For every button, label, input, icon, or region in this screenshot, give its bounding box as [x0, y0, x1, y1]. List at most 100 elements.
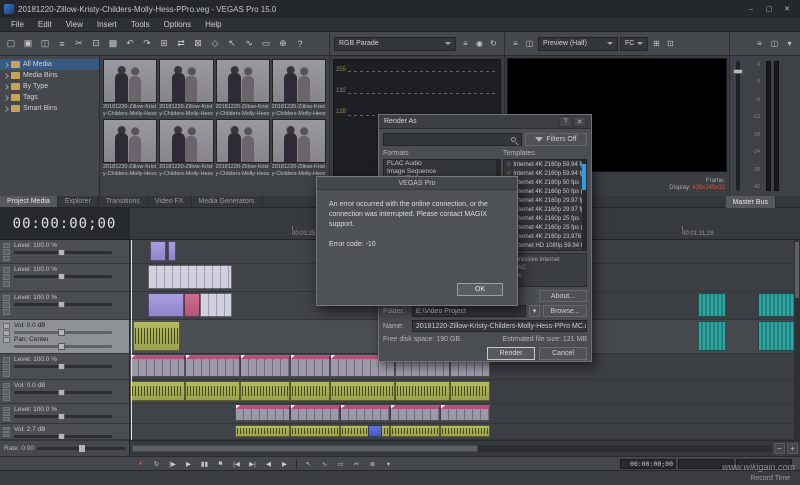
fader-thumb[interactable]: [733, 69, 743, 74]
media-thumbnail[interactable]: 20181220-Zillow-Kristy-Childers-Molly-He…: [272, 59, 326, 117]
dialog-close-button[interactable]: ✕: [573, 116, 586, 127]
split-tool-icon[interactable]: ✂: [349, 458, 364, 470]
media-thumbnail[interactable]: 20181220-Zillow-Kristy-Childers-Molly-He…: [216, 59, 270, 117]
preview-properties-icon[interactable]: ≡: [509, 37, 522, 50]
timeline-clip-vstrip[interactable]: [185, 355, 240, 377]
timeline-clip-lav[interactable]: [148, 265, 232, 289]
selection-edit-tool-icon[interactable]: ▭: [258, 36, 274, 52]
timeline-clip-vstrip[interactable]: [290, 405, 340, 421]
track-mute-button[interactable]: [3, 431, 10, 434]
external-monitor-icon[interactable]: ⊡: [664, 37, 677, 50]
timeline-clip-wave[interactable]: [340, 425, 390, 437]
scrollbar-thumb[interactable]: [795, 242, 799, 298]
timeline-clip-purple[interactable]: [150, 241, 166, 261]
timeline-clip-wave[interactable]: [330, 381, 395, 401]
ignore-event-grouping-icon[interactable]: ◇: [207, 36, 223, 52]
media-tree-item[interactable]: Tags: [0, 92, 99, 103]
menu-item[interactable]: Options: [157, 20, 199, 29]
track-solo-button[interactable]: [3, 309, 10, 315]
timeline-clip-wave[interactable]: [240, 381, 290, 401]
new-project-icon[interactable]: ▢: [3, 36, 19, 52]
track-level-slider[interactable]: [14, 415, 112, 418]
project-properties-icon[interactable]: ≡: [54, 36, 70, 52]
rate-slider[interactable]: [37, 447, 125, 450]
track-level-slider[interactable]: [14, 435, 112, 438]
scope-update-icon[interactable]: ↻: [487, 37, 500, 50]
minimize-button[interactable]: –: [742, 2, 760, 16]
close-button[interactable]: ✕: [778, 2, 796, 16]
scope-type-dropdown[interactable]: RGB Parade: [334, 37, 456, 51]
media-thumbnail[interactable]: 20181220-Zillow-Kristy-Childers-Molly-He…: [272, 119, 326, 177]
media-thumbnail[interactable]: 20181220-Zillow-Kristy-Childers-Molly-He…: [103, 119, 157, 177]
media-thumbnail[interactable]: 20181220-Zillow-Kristy-Childers-Molly-He…: [159, 119, 213, 177]
media-thumbnail[interactable]: 20181220-Zillow-Kristy-Childers-Molly-He…: [216, 119, 270, 177]
go-to-start-button[interactable]: |◀: [229, 458, 244, 470]
timeline-clip-wave[interactable]: [185, 381, 240, 401]
more-tools-icon[interactable]: ▾: [381, 458, 396, 470]
timeline-clip-vstrip[interactable]: [440, 405, 490, 421]
timeline-clip-vstrip[interactable]: [390, 405, 440, 421]
scope-settings-icon[interactable]: ≡: [459, 37, 472, 50]
media-thumbnail[interactable]: 20181220-Zillow-Kristy-Childers-Molly-He…: [159, 59, 213, 117]
track-lane[interactable]: [130, 424, 800, 440]
track-arm-button[interactable]: [3, 427, 10, 430]
panel-tab[interactable]: Project Media: [0, 196, 58, 207]
paste-icon[interactable]: ▩: [105, 36, 121, 52]
timeline-clip-wave[interactable]: [290, 425, 340, 437]
browse-button[interactable]: Browse...: [543, 305, 587, 317]
track-solo-button[interactable]: [3, 434, 10, 437]
timeline-clip-teal[interactable]: [758, 321, 796, 351]
next-frame-button[interactable]: ▶: [277, 458, 292, 470]
normal-edit-tool-icon[interactable]: ↖: [301, 458, 316, 470]
track-header[interactable]: Level: 100.0 %: [0, 240, 129, 264]
filename-input[interactable]: 20181220-Zillow-Kristy-Childers-Molly-He…: [412, 320, 587, 332]
timeline-clip-wave[interactable]: [130, 381, 185, 401]
track-mute-button[interactable]: [3, 412, 10, 416]
filters-button[interactable]: Filters Off: [525, 133, 587, 146]
track-solo-button[interactable]: [3, 371, 10, 377]
timeline-clip-teal[interactable]: [698, 293, 726, 317]
prev-frame-button[interactable]: ◀: [261, 458, 276, 470]
template-search-input[interactable]: [383, 133, 522, 146]
track-arm-button[interactable]: [3, 323, 10, 329]
track-level-slider[interactable]: [14, 365, 112, 368]
timeline-clip-vstrip[interactable]: [240, 355, 290, 377]
timeline-clip-vstrip[interactable]: [130, 355, 185, 377]
zoom-edit-tool-icon[interactable]: ⊕: [275, 36, 291, 52]
timeline-clip-wave[interactable]: [390, 425, 440, 437]
track-level-slider[interactable]: [14, 391, 112, 394]
media-thumbnail[interactable]: 20181220-Zillow-Kristy-Childers-Molly-He…: [103, 59, 157, 117]
record-button[interactable]: ●: [133, 458, 148, 470]
track-solo-button[interactable]: [3, 337, 10, 343]
track-level-slider[interactable]: [14, 331, 112, 334]
play-button[interactable]: ▶: [181, 458, 196, 470]
timeline-clip-wave[interactable]: [133, 321, 180, 351]
folder-history-dropdown[interactable]: ▾: [529, 305, 540, 317]
preview-quality-dropdown[interactable]: Preview (Half): [538, 37, 618, 51]
media-tree-item[interactable]: Smart Bins: [0, 103, 99, 114]
zoom-tool-icon[interactable]: ⊕: [365, 458, 380, 470]
ok-button[interactable]: OK: [457, 283, 503, 296]
timeline-clip-vstrip[interactable]: [235, 405, 290, 421]
media-tree-item[interactable]: Media Bins: [0, 70, 99, 81]
tab-master-bus[interactable]: Master Bus: [726, 196, 776, 208]
track-mute-button[interactable]: [3, 274, 10, 280]
track-level-slider[interactable]: [14, 275, 112, 278]
track-arm-button[interactable]: [3, 295, 10, 301]
media-tree-item[interactable]: By Type: [0, 81, 99, 92]
format-item[interactable]: Image Sequence: [384, 168, 496, 176]
dialog-title-bar[interactable]: Render As ? ✕: [379, 115, 591, 129]
track-solo-button[interactable]: [3, 281, 10, 287]
panel-tab[interactable]: Explorer: [58, 196, 99, 207]
timeline-clip-purple[interactable]: [148, 293, 184, 317]
track-header[interactable]: Level: 100.0 %: [0, 354, 129, 380]
maximize-button[interactable]: ▢: [760, 2, 778, 16]
track-header[interactable]: Level: 100.0 %: [0, 404, 129, 424]
playhead-cursor[interactable]: [131, 240, 132, 440]
timecode-field[interactable]: 00:00:00;00: [620, 459, 676, 469]
split-screen-view-icon[interactable]: ◫: [523, 37, 536, 50]
template-item[interactable]: ☆ Internet 4K 2160p 59.94 fps: [504, 160, 582, 169]
panel-tab[interactable]: Media Generators: [192, 196, 263, 207]
save-project-icon[interactable]: ◫: [37, 36, 53, 52]
timeline-clip-purple[interactable]: [168, 241, 176, 261]
